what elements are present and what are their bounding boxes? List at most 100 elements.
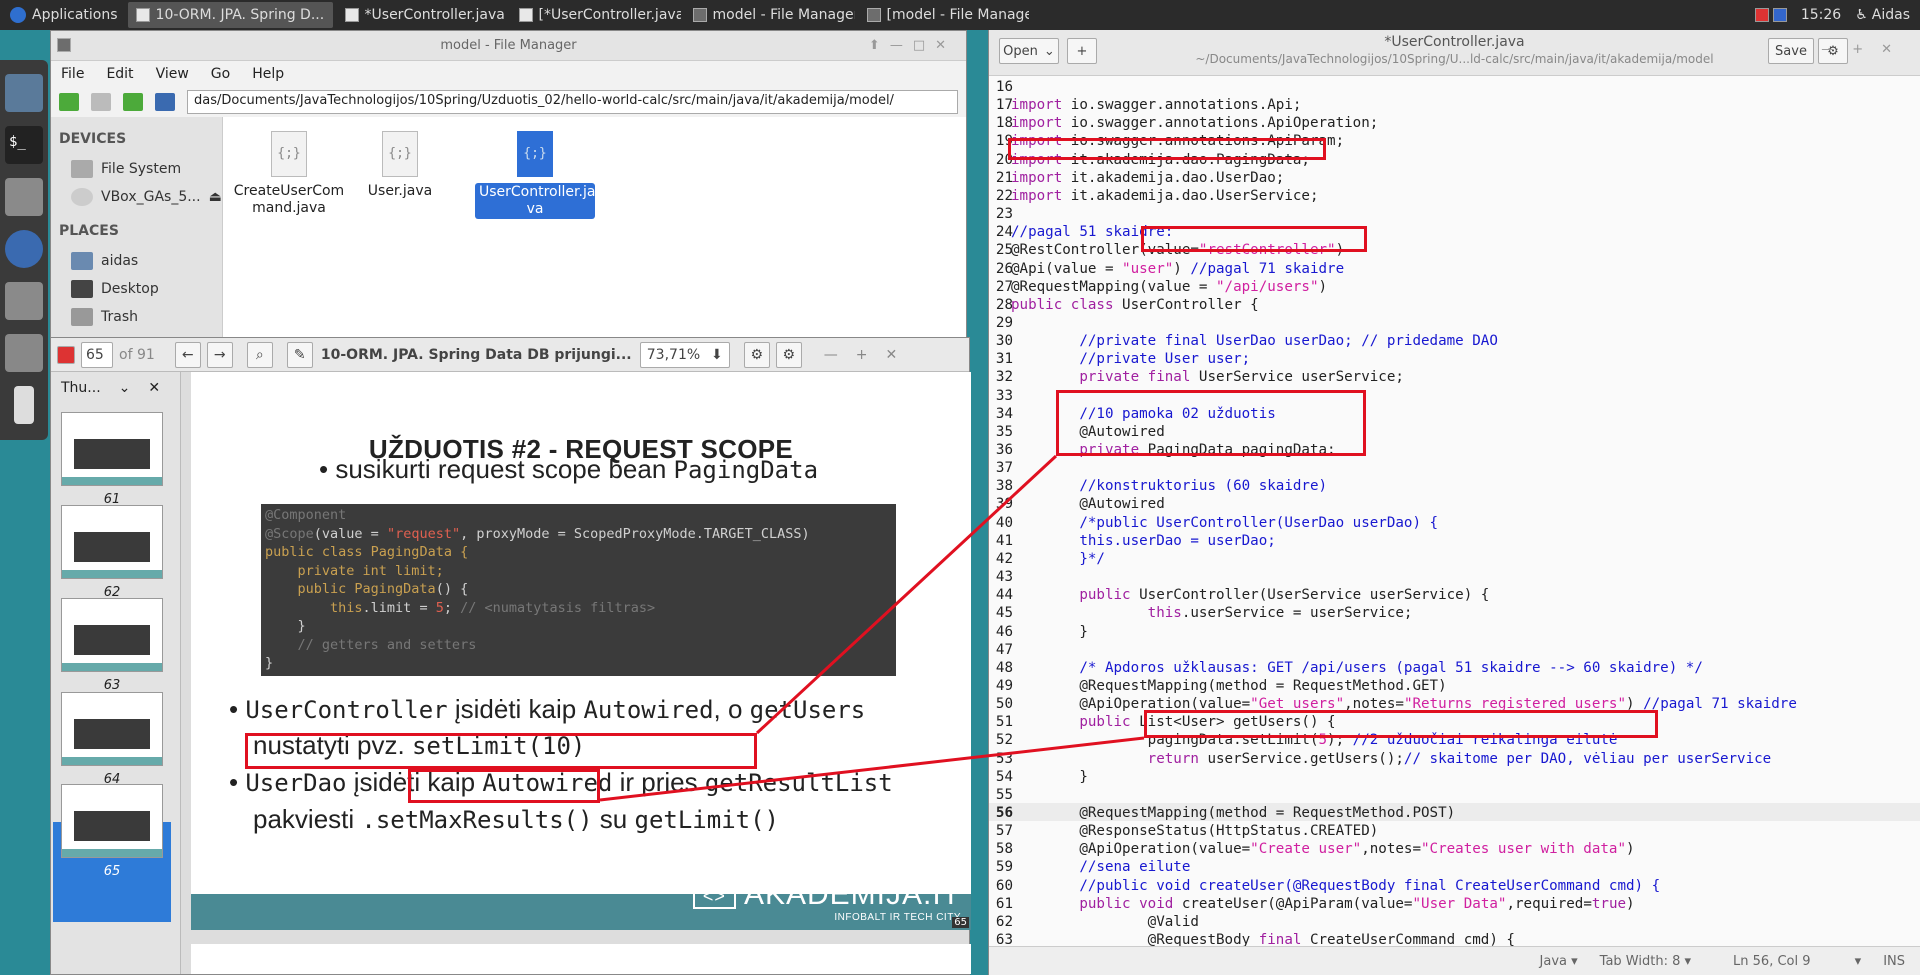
taskbar-item[interactable]: *UserController.java (~... xyxy=(337,2,507,28)
search-button[interactable]: ⌕ xyxy=(246,341,273,368)
show-desktop-icon[interactable] xyxy=(5,74,43,112)
file-view: {;} CreateUserCom mand.java {;} User.java {… xyxy=(223,117,966,362)
code-token: @RequestMapping(method = RequestMethod.G… xyxy=(1011,678,1447,694)
code-line[interactable]: public void createUser(@ApiParam(value="… xyxy=(1011,896,1634,912)
code-line[interactable]: //public void createUser(@RequestBody fi… xyxy=(1011,878,1660,894)
save-button[interactable]: Save xyxy=(1768,38,1814,64)
home-icon[interactable] xyxy=(155,93,175,111)
code-line[interactable]: @Autowired xyxy=(1011,496,1164,512)
code-line[interactable]: import it.akademija.dao.UserDao; xyxy=(1011,170,1284,186)
tray-icons[interactable] xyxy=(1754,8,1787,22)
taskbar-item[interactable]: [*UserController.java (... xyxy=(511,2,681,28)
fm-titlebar[interactable]: model - File Manager ⬆—□✕ xyxy=(51,31,966,61)
language-select[interactable]: Java ▾ xyxy=(1540,954,1578,969)
zoom-select[interactable]: 73,71% ⬇ xyxy=(639,341,730,368)
window-controls[interactable]: —+✕ xyxy=(824,347,915,363)
line-number: 47 xyxy=(995,642,1013,658)
code-line[interactable]: this.userService = userService; xyxy=(1011,605,1413,621)
window-controls[interactable]: ⬆—□✕ xyxy=(869,38,956,53)
gear-icon[interactable]: ⚙ xyxy=(743,341,770,368)
desktop-icon xyxy=(71,280,93,298)
thumbnail[interactable] xyxy=(61,692,163,766)
file-item[interactable]: {;} CreateUserCom mand.java xyxy=(229,131,349,217)
code-token: private int xyxy=(265,562,396,579)
annotate-button[interactable]: ✎ xyxy=(286,341,313,368)
sidebar-item-home[interactable]: aidas xyxy=(59,247,222,275)
sidebar-item-vbox[interactable]: VBox_GAs_5... ⏏ xyxy=(59,183,222,211)
applications-menu[interactable]: Applications xyxy=(0,0,128,30)
user-menu[interactable]: ♿ Aidas xyxy=(1855,7,1910,23)
top-panel: Applications 10-ORM. JPA. Spring D... *Us… xyxy=(0,0,1920,30)
code-line[interactable]: //private final UserDao userDao; // prid… xyxy=(1011,333,1498,349)
page-input[interactable]: 65 xyxy=(81,341,113,368)
code-line[interactable]: @ResponseStatus(HttpStatus.CREATED) xyxy=(1011,823,1378,839)
code-line[interactable]: @Api(value = "user") //pagal 71 skaidre xyxy=(1011,261,1344,277)
code-line[interactable]: private final UserService userService; xyxy=(1011,369,1404,385)
thumbnail[interactable] xyxy=(61,412,163,486)
eject-icon[interactable]: ⏏ xyxy=(209,189,222,205)
clock[interactable]: 15:26 xyxy=(1801,7,1841,23)
sidebar-mode-select[interactable]: Thu... xyxy=(61,380,101,396)
app-finder-icon[interactable] xyxy=(5,334,43,372)
window-controls[interactable]: —+✕ xyxy=(1821,42,1910,57)
settings-gear-icon[interactable]: ⚙ xyxy=(775,341,802,368)
menu-edit[interactable]: Edit xyxy=(106,66,133,82)
code-line[interactable]: //private User user; xyxy=(1011,351,1250,367)
code-line[interactable]: } xyxy=(1011,624,1088,640)
taskbar-item[interactable]: [model - File Manager] xyxy=(859,2,1029,28)
prev-page-button[interactable]: ← xyxy=(174,341,201,368)
web-browser-icon[interactable] xyxy=(5,230,43,268)
folder-icon[interactable] xyxy=(5,282,43,320)
code-line[interactable]: /*public UserController(UserDao userDao)… xyxy=(1011,515,1438,531)
up-arrow-icon[interactable] xyxy=(123,93,143,111)
code-token: (value = xyxy=(313,525,387,542)
thumbnail-current[interactable] xyxy=(61,784,163,858)
code-line[interactable]: @RequestMapping(method = RequestMethod.P… xyxy=(1011,805,1455,821)
cursor-position[interactable]: Ln 56, Col 9 ▾ xyxy=(1733,954,1861,969)
code-line[interactable]: } xyxy=(1011,769,1088,785)
forward-arrow-icon[interactable] xyxy=(91,93,111,111)
back-arrow-icon[interactable] xyxy=(59,93,79,111)
menu-file[interactable]: File xyxy=(61,66,84,82)
code-line[interactable]: }*/ xyxy=(1011,551,1105,567)
code-line[interactable]: public UserController(UserService userSe… xyxy=(1011,587,1489,603)
code-line[interactable]: //sena eilute xyxy=(1011,859,1190,875)
thumbnail[interactable] xyxy=(61,598,163,672)
code-line[interactable]: @RequestBody final CreateUserCommand cmd… xyxy=(1011,932,1515,946)
code-line[interactable]: import it.akademija.dao.UserService; xyxy=(1011,188,1319,204)
taskbar-item[interactable]: 10-ORM. JPA. Spring D... xyxy=(127,2,333,28)
code-line[interactable]: /* Apdoros užklausas: GET /api/users (pa… xyxy=(1011,660,1703,676)
code-line[interactable]: import io.swagger.annotations.ApiOperati… xyxy=(1011,115,1378,131)
code-view[interactable]: 16 17 import io.swagger.annotations.Api; 18… xyxy=(989,76,1920,946)
location-bar[interactable]: das/Documents/JavaTechnologijos/10Spring… xyxy=(187,90,958,114)
taskbar-item[interactable]: model - File Manager xyxy=(685,2,855,28)
file-item[interactable]: {;} User.java xyxy=(340,131,460,200)
menu-go[interactable]: Go xyxy=(211,66,230,82)
settings-icon[interactable] xyxy=(14,386,34,424)
java-file-icon: {;} xyxy=(517,131,553,177)
sidebar-item-desktop[interactable]: Desktop xyxy=(59,275,222,303)
code-token: @Api(value = xyxy=(1011,261,1123,277)
sidebar-item-file-system[interactable]: File System xyxy=(59,155,222,183)
code-line[interactable]: import io.swagger.annotations.Api; xyxy=(1011,97,1301,113)
menu-view[interactable]: View xyxy=(156,66,189,82)
thumbnail[interactable] xyxy=(61,505,163,579)
code-line[interactable]: @RequestMapping(method = RequestMethod.G… xyxy=(1011,678,1447,694)
code-line[interactable]: @RequestMapping(value = "/api/users") xyxy=(1011,279,1327,295)
file-item-selected[interactable]: {;} UserController.ja va xyxy=(475,131,595,219)
code-line[interactable]: this.userDao = userDao; xyxy=(1011,533,1275,549)
code-line[interactable]: @ApiOperation(value="Create user",notes=… xyxy=(1011,841,1634,857)
sidebar-item-trash[interactable]: Trash xyxy=(59,303,222,331)
code-token: @RequestBody xyxy=(1011,932,1259,946)
next-page-button[interactable]: → xyxy=(206,341,233,368)
code-line[interactable]: public class UserController { xyxy=(1011,297,1259,313)
code-line[interactable]: return userService.getUsers();// skaitom… xyxy=(1011,751,1772,767)
chevron-down-icon[interactable]: ⌄ xyxy=(119,380,131,396)
menu-help[interactable]: Help xyxy=(252,66,284,82)
code-line[interactable]: //konstruktorius (60 skaidre) xyxy=(1011,478,1327,494)
home-folder-icon[interactable] xyxy=(5,178,43,216)
tab-width-select[interactable]: Tab Width: 8 ▾ xyxy=(1600,954,1691,969)
close-icon[interactable]: ✕ xyxy=(148,380,160,396)
code-line[interactable]: @Valid xyxy=(1011,914,1199,930)
terminal-icon[interactable]: $_ xyxy=(5,126,43,164)
